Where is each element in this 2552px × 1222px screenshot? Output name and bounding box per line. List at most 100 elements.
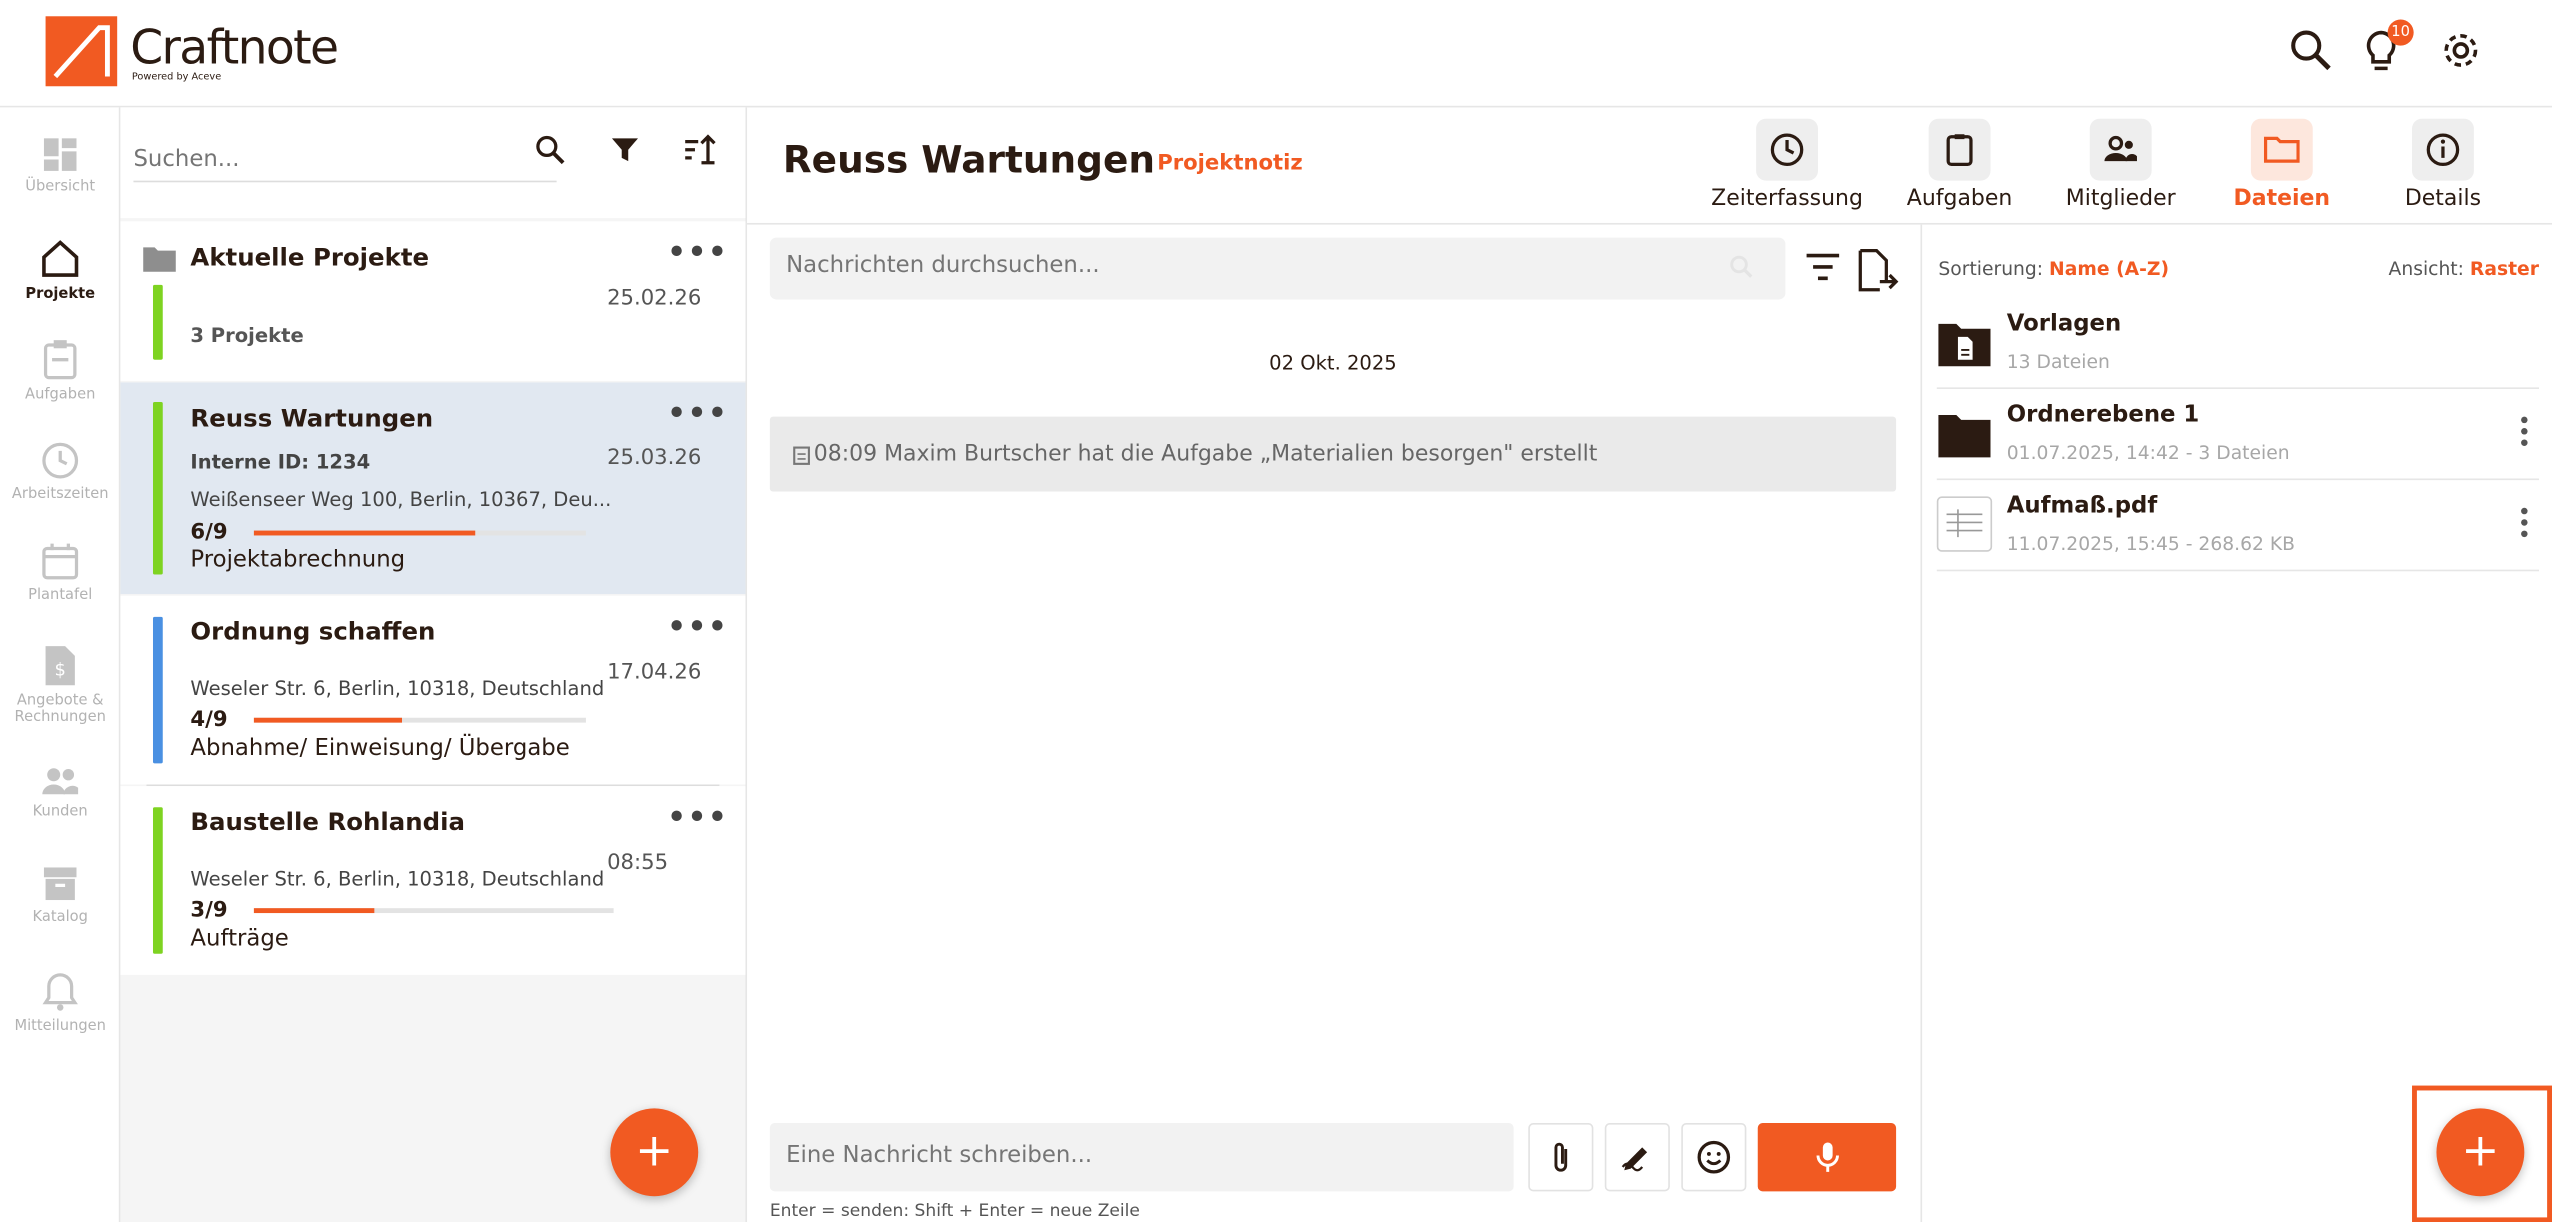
project-address: Weseler Str. 6, Berlin, 10318, Deutschla… [190,867,605,891]
project-title: Baustelle Rohlandia [190,807,465,837]
project-internal-id: Interne ID: 1234 [190,450,371,474]
folder-icon [1937,410,1992,459]
folder-icon [142,244,178,273]
gear-icon[interactable] [2436,26,2485,75]
file-meta: 01.07.2025, 14:42 - 3 Dateien [2006,441,2290,464]
tab-mitglieder[interactable]: Mitglieder [2059,118,2183,212]
voice-message-button[interactable] [1757,1123,1897,1192]
more-options-icon[interactable]: ••• [667,610,728,644]
project-card[interactable]: Baustelle Rohlandia ••• 08:55 Weseler St… [120,786,746,975]
export-file-icon[interactable] [1857,247,1899,293]
progress-fill [253,908,374,914]
status-bar [152,284,163,360]
progress-label: 4/9 [190,707,228,733]
nav-label: Arbeitszeiten [11,486,109,503]
message-search-input[interactable] [786,252,1698,279]
project-folder-card[interactable]: Aktuelle Projekte ••• 25.02.26 3 Projekt… [120,221,746,381]
view-control[interactable]: Ansicht: Raster [2389,257,2539,280]
tab-dateien[interactable]: Dateien [2230,118,2334,212]
paperclip-icon [1554,1142,1568,1172]
clipboard-icon [43,340,77,380]
compose-hint: Enter = senden: Shift + Enter = neue Zei… [769,1201,1140,1221]
project-date: 25.03.26 [607,445,702,471]
chat-message-text: 08:09 Maxim Burtscher hat die Aufgabe „M… [813,441,1598,468]
file-row[interactable]: Aufmaß.pdf 11.07.2025, 15:45 - 268.62 KB [1936,480,2539,572]
more-options-icon[interactable]: ••• [667,236,728,270]
clock-icon [1756,118,1818,181]
filter-lines-icon[interactable] [1805,251,1841,284]
file-meta: 11.07.2025, 15:45 - 268.62 KB [2006,532,2295,555]
nav-item-katalog[interactable]: Katalog [0,864,120,926]
more-options-icon[interactable]: ••• [667,397,728,431]
craftnote-logo-icon[interactable] [45,16,118,87]
tab-zeiterfassung[interactable]: Zeiterfassung [1709,118,1865,212]
search-icon[interactable] [534,133,567,166]
message-search [769,237,1786,300]
chat-date-separator: 02 Okt. 2025 [1269,351,1397,375]
nav-label: Angebote & Rechnungen [14,693,106,726]
bell-icon [42,973,78,1011]
progress-label: 3/9 [190,898,228,923]
project-tag[interactable]: Projektnotiz [1157,151,1303,175]
progress-label: 6/9 [190,520,228,546]
project-phase: Projektabrechnung [190,546,406,573]
tab-label: Dateien [2233,185,2331,212]
kebab-menu-icon[interactable] [2519,415,2529,448]
nav-label: Aufgaben [25,387,96,404]
nav-label: Katalog [32,909,88,927]
more-options-icon[interactable]: ••• [667,801,728,835]
folder-doc-icon [1937,319,1992,368]
project-search-bar [120,107,746,219]
chat-message[interactable]: 08:09 Maxim Burtscher hat die Aufgabe „M… [769,416,1897,492]
sort-label: Sortierung: [1938,257,2044,280]
clipboard-icon [1928,118,1991,181]
project-card[interactable]: Reuss Wartungen ••• Interne ID: 1234 25.… [120,382,746,595]
home-icon [42,240,79,277]
nav-item-projekte[interactable]: Projekte [0,238,120,303]
nav-label: Übersicht [25,179,96,196]
add-project-button[interactable]: + [610,1108,699,1197]
tab-details[interactable]: Details [2401,118,2486,212]
tab-aufgaben[interactable]: Aufgaben [1901,118,2018,212]
sort-control[interactable]: Sortierung: Name (A-Z) [1938,257,2169,280]
message-compose [769,1123,1514,1192]
project-search-input[interactable] [133,136,557,183]
project-detail: Reuss Wartungen Projektnotiz Zeiterfassu… [747,107,2552,1222]
project-title: Ordnung schaffen [190,616,436,647]
add-file-button[interactable]: + [2436,1108,2525,1197]
file-row[interactable]: Vorlagen 13 Dateien [1936,298,2539,389]
progress-bar [253,908,614,914]
left-navigation: Übersicht Projekte Aufgaben Arbeitszeite… [0,107,121,1222]
project-date: 17.04.26 [607,660,702,686]
search-icon[interactable] [1728,254,1754,280]
project-card[interactable]: Ordnung schaffen ••• 17.04.26 Weseler St… [120,595,746,785]
filter-icon[interactable] [609,133,642,166]
nav-item-plantafel[interactable]: Plantafel [0,542,120,604]
sort-value: Name (A-Z) [2049,257,2170,280]
nav-item-angebote-rechnungen[interactable]: $ Angebote & Rechnungen [0,645,120,726]
message-input[interactable] [786,1142,1470,1169]
nav-label: Kunden [32,804,88,821]
people-icon [42,768,79,795]
nav-label: Mitteilungen [14,1018,106,1036]
progress-bar [253,717,586,723]
top-bar: Craftnote Powered by Aceve 10 [0,0,2552,108]
nav-item-aufgaben[interactable]: Aufgaben [0,339,120,404]
progress-bar [253,530,586,536]
emoji-button[interactable] [1681,1123,1747,1192]
attach-button[interactable] [1528,1123,1594,1192]
nav-item-uebersicht[interactable]: Übersicht [0,137,120,196]
sort-icon[interactable] [682,132,718,168]
nav-item-arbeitszeiten[interactable]: Arbeitszeiten [0,441,120,503]
nav-item-kunden[interactable]: Kunden [0,765,120,820]
draw-button[interactable] [1604,1123,1670,1192]
file-row[interactable]: Ordnerebene 1 01.07.2025, 14:42 - 3 Date… [1936,389,2539,481]
pen-draw-icon [1621,1147,1648,1172]
folder-title: Aktuelle Projekte [190,242,430,272]
microphone-icon [1815,1142,1839,1172]
file-name: Ordnerebene 1 [2006,402,2200,429]
search-icon[interactable] [2287,26,2336,75]
nav-item-mitteilungen[interactable]: Mitteilungen [0,970,120,1035]
progress-fill [253,530,476,536]
kebab-menu-icon[interactable] [2519,506,2529,539]
